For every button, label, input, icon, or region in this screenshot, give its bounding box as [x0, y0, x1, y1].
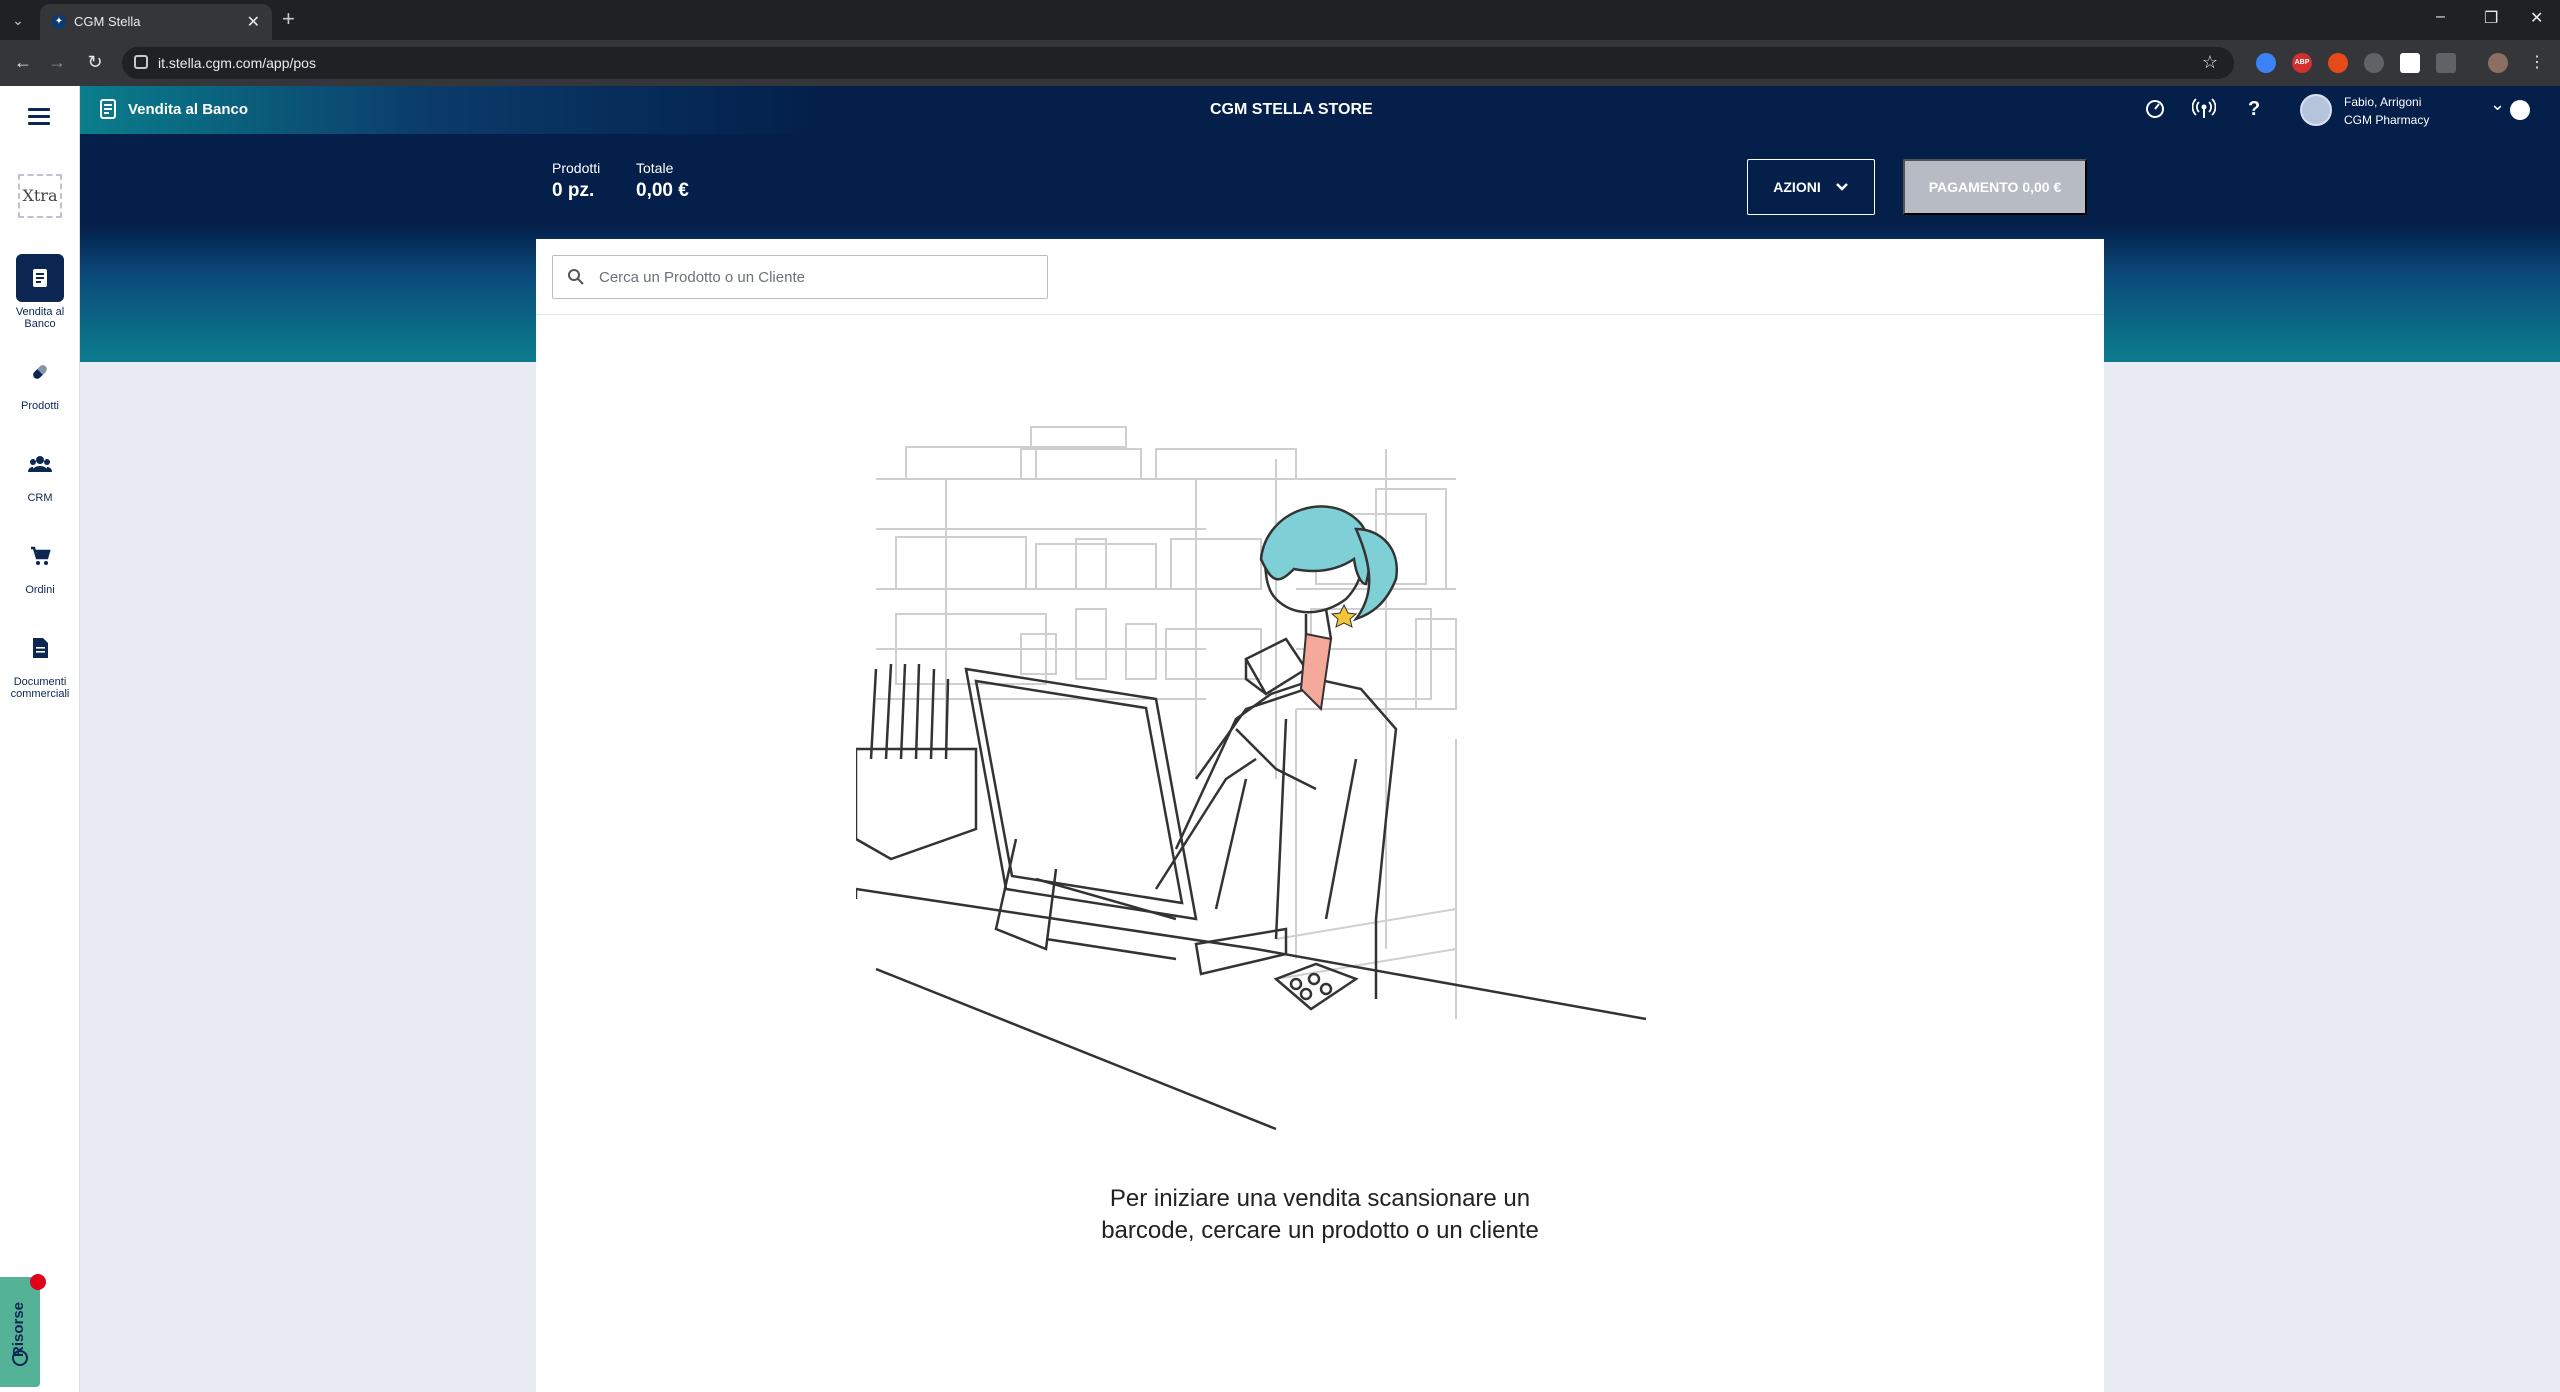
bookmark-star-icon[interactable]: ☆ [2202, 52, 2218, 73]
total-value: 0,00 € [636, 180, 689, 201]
document-icon [16, 624, 64, 672]
dashboard-gauge-icon[interactable] [2144, 98, 2166, 126]
flame-extension-icon[interactable] [2328, 53, 2348, 73]
search-row [536, 239, 2104, 315]
browser-tabstrip: ⌄ ✦ CGM Stella ✕ + – ❐ ✕ [0, 0, 2560, 40]
browser-toolbar: ← → ↻ it.stella.cgm.com/app/pos ☆ ABP ⋮ [0, 40, 2560, 86]
sidebar-item-crm[interactable]: CRM [0, 440, 80, 504]
arrow-extension-icon[interactable] [2364, 53, 2384, 73]
pharmacist-illustration [856, 426, 1647, 1131]
products-value: 0 pz. [552, 180, 595, 201]
profile-avatar-icon[interactable] [2488, 53, 2508, 73]
app-header: Vendita al Banco CGM STELLA STORE ? Fabi… [80, 86, 2560, 134]
reload-button[interactable]: ↻ [84, 52, 106, 73]
sidebar-item-label: Vendita al Banco [15, 306, 65, 330]
total-label: Totale [636, 160, 674, 176]
forward-button[interactable]: → [46, 52, 68, 73]
tab-search-button[interactable]: ⌄ [6, 9, 30, 31]
pill-icon [16, 348, 64, 396]
payment-button[interactable]: PAGAMENTO 0,00 € [1903, 159, 2087, 215]
user-info[interactable]: Fabio, Arrigoni CGM Pharmacy [2344, 93, 2429, 129]
window-close-button[interactable]: ✕ [2530, 8, 2543, 28]
theme-toggle[interactable] [2510, 100, 2530, 120]
page-title: Vendita al Banco [128, 101, 249, 118]
total-amount: Totale 0,00 € [636, 160, 689, 202]
cgm-favicon-icon: ✦ [52, 15, 66, 29]
shield-extension-icon[interactable] [2256, 53, 2276, 73]
actions-label: AZIONI [1773, 179, 1821, 195]
sidebar-item-ordini[interactable]: Ordini [0, 532, 80, 596]
sidebar-item-vendita[interactable]: Vendita al Banco [0, 254, 80, 330]
user-org: CGM Pharmacy [2344, 113, 2430, 127]
empty-state-line2: barcode, cercare un prodotto o un client… [1101, 1217, 1539, 1244]
sidebar-item-label: CRM [27, 492, 53, 504]
resources-label: Risorse [10, 1301, 27, 1357]
hamburger-menu-icon[interactable] [28, 108, 50, 129]
people-icon [16, 440, 64, 488]
sidebar-item-label: Prodotti [21, 400, 59, 412]
site-info-icon[interactable] [134, 55, 148, 69]
app-sidebar: Xtra Vendita al Banco Prodotti CRM Ordin… [0, 86, 80, 1392]
adblock-extension-icon[interactable]: ABP [2292, 53, 2312, 73]
search-icon [568, 269, 584, 285]
cart-icon [16, 532, 64, 580]
empty-state-message: Per iniziare una vendita scansionare un … [1020, 1183, 1620, 1247]
receipt-icon [16, 254, 64, 302]
user-name: Fabio, Arrigoni [2344, 95, 2422, 109]
chevron-down-icon[interactable]: ⌄ [2490, 94, 2505, 115]
main-card: Per iniziare una vendita scansionare un … [536, 239, 2104, 1392]
tab-title: CGM Stella [74, 14, 141, 29]
new-tab-button[interactable]: + [282, 6, 295, 32]
puzzle-extension-icon[interactable] [2436, 53, 2456, 73]
address-bar[interactable]: it.stella.cgm.com/app/pos ☆ [122, 47, 2234, 79]
sidebar-item-prodotti[interactable]: Prodotti [0, 348, 80, 412]
actions-button[interactable]: AZIONI [1747, 159, 1875, 215]
user-avatar-icon[interactable] [2300, 94, 2332, 126]
resources-tab[interactable]: Risorse [0, 1277, 40, 1387]
url-text[interactable]: it.stella.cgm.com/app/pos [158, 55, 316, 71]
tab-close-icon[interactable]: ✕ [247, 12, 260, 32]
payment-label: PAGAMENTO 0,00 € [1928, 179, 2062, 195]
search-box[interactable] [552, 255, 1048, 299]
broadcast-icon[interactable] [2191, 98, 2217, 126]
sidebar-item-label: Ordini [25, 584, 55, 596]
minimize-button[interactable]: – [2436, 8, 2445, 26]
pocket-extension-icon[interactable] [2400, 53, 2420, 73]
sidebar-item-label: Documenti commerciali [10, 676, 70, 700]
notification-badge [30, 1274, 46, 1290]
xtra-logo[interactable]: Xtra [18, 174, 62, 218]
chevron-down-icon [1835, 183, 1848, 191]
browser-tab[interactable]: ✦ CGM Stella ✕ [40, 4, 272, 40]
back-button[interactable]: ← [12, 52, 34, 73]
products-count: Prodotti 0 pz. [552, 160, 600, 202]
products-label: Prodotti [552, 160, 601, 176]
lifebuoy-icon [12, 1350, 28, 1366]
receipt-icon [98, 98, 118, 125]
empty-state-line1: Per iniziare una vendita scansionare un [1109, 1185, 1531, 1212]
browser-menu-icon[interactable]: ⋮ [2526, 52, 2548, 72]
sidebar-item-documenti[interactable]: Documenti commerciali [0, 624, 80, 700]
help-icon[interactable]: ? [2248, 98, 2260, 121]
search-input[interactable] [599, 264, 1029, 290]
restore-button[interactable]: ❐ [2484, 8, 2498, 28]
store-name: CGM STELLA STORE [1210, 101, 1373, 118]
